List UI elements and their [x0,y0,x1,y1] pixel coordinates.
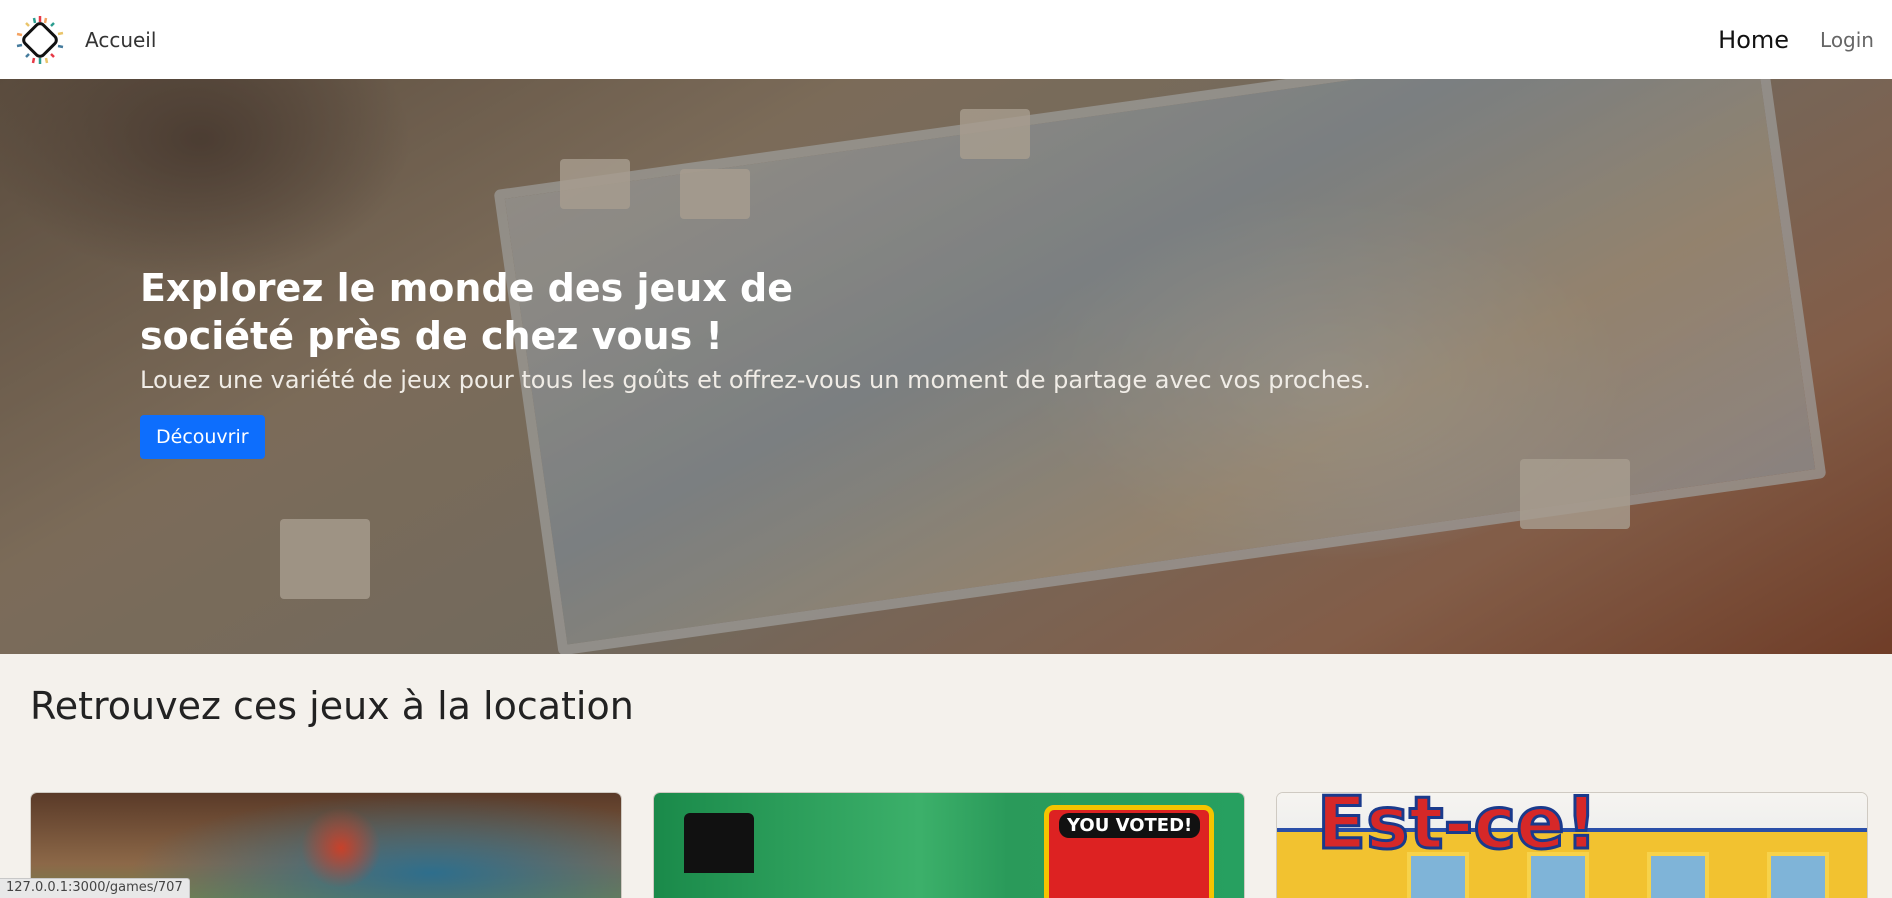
character-tile [1767,852,1829,898]
hero-content: Explorez le monde des jeux de société pr… [140,264,1371,459]
monopoly-hat-icon [684,813,754,873]
game-card-image: Est-ce! [1277,793,1867,898]
navbar: Accueil Home Login [0,0,1892,79]
link-status-bar: 127.0.0.1:3000/games/707 [0,878,190,898]
discover-button[interactable]: Découvrir [140,415,265,459]
game-card[interactable]: YOU VOTED! [653,792,1245,898]
game-card-image: YOU VOTED! [654,793,1244,898]
hero-subtitle: Louez une variété de jeux pour tous les … [140,366,1371,394]
nav-link-login[interactable]: Login [1820,28,1874,52]
nav-links: Home Login [1718,0,1892,79]
logo-icon [16,15,64,64]
brand-link[interactable]: Accueil [14,14,156,66]
character-tile [1647,852,1709,898]
box-logo-text: Est-ce! [1316,792,1600,867]
brand-label: Accueil [85,27,157,52]
nav-link-home[interactable]: Home [1718,26,1789,54]
hero-title: Explorez le monde des jeux de société pr… [140,266,794,358]
box-badge-text: YOU VOTED! [1059,813,1201,838]
games-section-title: Retrouvez ces jeux à la location [30,684,634,728]
game-card[interactable]: Est-ce! [1276,792,1868,898]
hero-banner: Explorez le monde des jeux de société pr… [0,79,1892,654]
